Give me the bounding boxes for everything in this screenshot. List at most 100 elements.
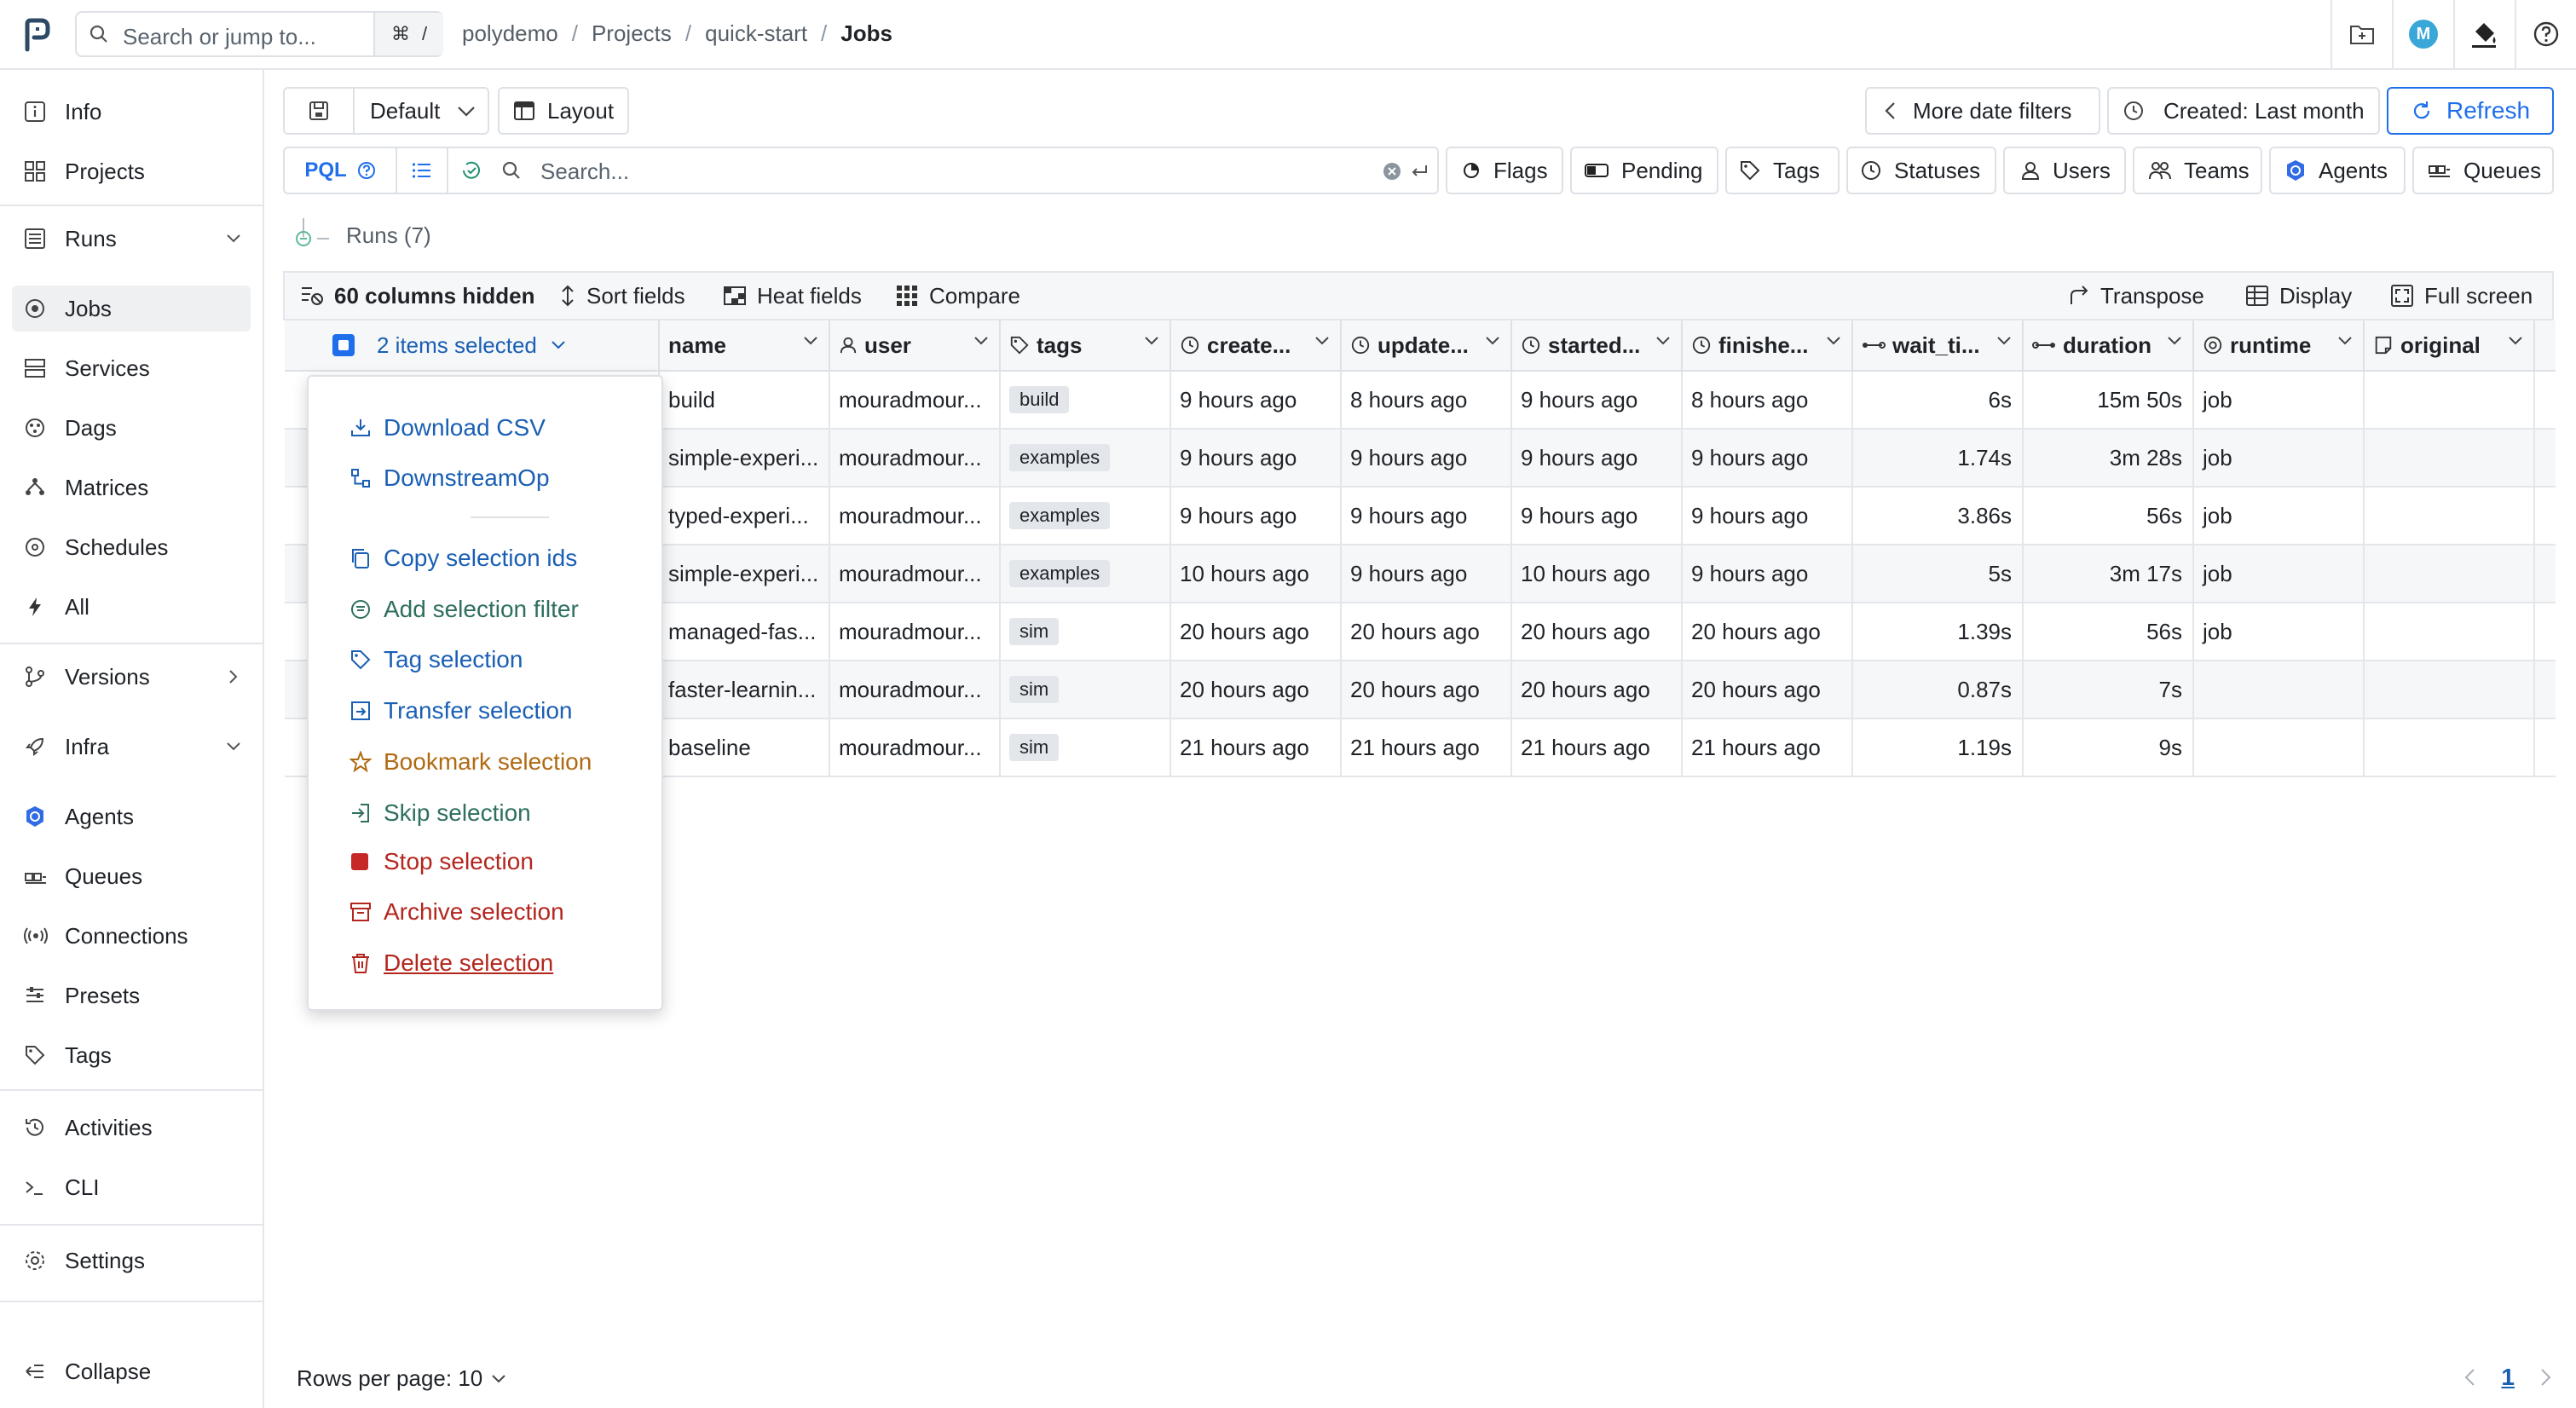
runs-tree-label[interactable]: Runs (7) xyxy=(295,218,431,252)
cell-name[interactable]: faster-learnin... xyxy=(660,661,830,718)
column-header-runtime[interactable]: runtime xyxy=(2194,320,2365,370)
sidebar-item-versions[interactable]: Versions xyxy=(12,654,251,700)
tag-badge[interactable]: build xyxy=(1009,386,1070,413)
select-all-header[interactable]: 2 items selected xyxy=(285,320,660,370)
compare-button[interactable]: Compare xyxy=(895,273,1020,319)
hidden-columns-button[interactable]: 60 columns hidden xyxy=(300,273,535,319)
chevron-down-icon[interactable] xyxy=(2508,336,2523,346)
column-header-finishe[interactable]: finishe... xyxy=(1683,320,1853,370)
filter-tags[interactable]: Tags xyxy=(1725,147,1840,194)
breadcrumb-project[interactable]: quick-start xyxy=(705,20,807,47)
filter-flags[interactable]: Flags xyxy=(1446,147,1563,194)
chevron-down-icon[interactable] xyxy=(1314,336,1330,346)
sidebar-item-schedules[interactable]: Schedules xyxy=(12,524,251,570)
save-view-button[interactable] xyxy=(283,87,355,135)
selected-count-label[interactable]: 2 items selected xyxy=(377,332,537,359)
help-icon[interactable] xyxy=(2516,0,2576,68)
chevron-down-icon[interactable] xyxy=(217,742,251,752)
column-header-tags[interactable]: tags xyxy=(1001,320,1171,370)
column-header-duration[interactable]: duration xyxy=(2024,320,2194,370)
download-csv-item[interactable]: Download CSV xyxy=(349,409,546,447)
copy-selection-ids-item[interactable]: Copy selection ids xyxy=(349,540,577,577)
enter-icon[interactable] xyxy=(1410,164,1429,179)
sidebar-item-cli[interactable]: CLI xyxy=(12,1164,251,1210)
sidebar-item-presets[interactable]: Presets xyxy=(12,972,251,1018)
chevron-down-icon[interactable] xyxy=(551,340,566,350)
bookmark-selection-item[interactable]: Bookmark selection xyxy=(349,743,592,781)
page-number[interactable]: 1 xyxy=(2501,1364,2515,1391)
prev-page-icon[interactable] xyxy=(2463,1368,2475,1387)
sidebar-item-runs[interactable]: Runs xyxy=(12,216,251,262)
view-select[interactable]: Default xyxy=(353,87,489,135)
column-header-user[interactable]: user xyxy=(830,320,1001,370)
sidebar-item-settings[interactable]: Settings xyxy=(12,1238,251,1284)
sidebar-item-connections[interactable]: Connections xyxy=(12,913,251,959)
next-page-icon[interactable] xyxy=(2540,1368,2552,1387)
query-list-icon[interactable] xyxy=(397,148,448,193)
breadcrumb-projects[interactable]: Projects xyxy=(592,20,672,47)
filter-users[interactable]: Users xyxy=(2003,147,2126,194)
column-header-name[interactable]: name xyxy=(660,320,830,370)
global-search-input[interactable]: Search or jump to... ⌘ / xyxy=(75,11,443,57)
polyaxon-logo-icon[interactable] xyxy=(20,17,55,53)
filter-queues[interactable]: Queues xyxy=(2412,147,2554,194)
sidebar-item-services[interactable]: Services xyxy=(12,345,251,391)
column-header-started[interactable]: started... xyxy=(1512,320,1683,370)
select-all-checkbox[interactable] xyxy=(332,334,355,356)
column-header-original[interactable]: original xyxy=(2365,320,2535,370)
chevron-down-icon[interactable] xyxy=(1655,336,1671,346)
cell-name[interactable]: managed-fas... xyxy=(660,603,830,660)
new-folder-icon[interactable] xyxy=(2332,0,2392,68)
sidebar-item-queues[interactable]: Queues xyxy=(12,853,251,899)
sidebar-item-projects[interactable]: Projects xyxy=(12,148,251,194)
tag-selection-item[interactable]: Tag selection xyxy=(349,641,523,678)
column-header-update[interactable]: update... xyxy=(1342,320,1512,370)
tag-badge[interactable]: sim xyxy=(1009,734,1060,761)
transpose-button[interactable]: Transpose xyxy=(2068,273,2204,319)
sidebar-item-info[interactable]: Info xyxy=(12,89,251,135)
chevron-down-icon[interactable] xyxy=(1826,336,1841,346)
filter-statuses[interactable]: Statuses xyxy=(1846,147,1996,194)
tag-badge[interactable]: examples xyxy=(1009,502,1111,529)
chevron-down-icon[interactable] xyxy=(2337,336,2353,346)
chevron-right-icon[interactable] xyxy=(217,669,251,684)
column-header-wait_ti[interactable]: wait_ti... xyxy=(1853,320,2024,370)
help-icon[interactable] xyxy=(357,161,376,180)
chevron-down-icon[interactable] xyxy=(803,336,818,346)
sidebar-item-tags[interactable]: Tags xyxy=(12,1032,251,1078)
user-avatar-button[interactable]: M xyxy=(2394,0,2453,68)
heat-fields-button[interactable]: Heat fields xyxy=(723,273,862,319)
tag-badge[interactable]: examples xyxy=(1009,444,1111,471)
sidebar-item-infra[interactable]: Infra xyxy=(12,724,251,770)
transfer-selection-item[interactable]: Transfer selection xyxy=(349,692,573,730)
display-button[interactable]: Display xyxy=(2245,273,2352,319)
tag-badge[interactable]: sim xyxy=(1009,676,1060,703)
sidebar-item-jobs[interactable]: Jobs xyxy=(12,286,251,332)
query-history-icon[interactable] xyxy=(448,148,494,193)
cell-name[interactable]: simple-experi... xyxy=(660,545,830,602)
delete-selection-item[interactable]: Delete selection xyxy=(349,944,553,982)
theme-paint-icon[interactable] xyxy=(2455,0,2515,68)
rows-per-page-select[interactable]: Rows per page: 10 xyxy=(297,1365,506,1392)
downstream-op-item[interactable]: DownstreamOp xyxy=(349,459,550,497)
sidebar-item-dags[interactable]: Dags xyxy=(12,405,251,451)
cell-name[interactable]: build xyxy=(660,372,830,428)
tag-badge[interactable]: sim xyxy=(1009,618,1060,645)
refresh-button[interactable]: Refresh xyxy=(2387,87,2554,135)
cell-name[interactable]: simple-experi... xyxy=(660,430,830,486)
chevron-down-icon[interactable] xyxy=(217,234,251,244)
sidebar-item-all[interactable]: All xyxy=(12,584,251,630)
archive-selection-item[interactable]: Archive selection xyxy=(349,893,564,931)
created-filter-button[interactable]: Created: Last month xyxy=(2107,87,2380,135)
filter-pending[interactable]: Pending xyxy=(1570,147,1718,194)
pql-toggle[interactable]: PQL xyxy=(285,148,397,193)
layout-button[interactable]: Layout xyxy=(498,87,629,135)
add-selection-filter-item[interactable]: Add selection filter xyxy=(349,591,579,628)
sidebar-collapse-button[interactable]: Collapse xyxy=(12,1348,251,1394)
skip-selection-item[interactable]: Skip selection xyxy=(349,794,531,832)
sidebar-item-matrices[interactable]: Matrices xyxy=(12,465,251,511)
query-search-input[interactable]: Search... xyxy=(540,159,629,185)
stop-selection-item[interactable]: Stop selection xyxy=(349,843,534,880)
filter-teams[interactable]: Teams xyxy=(2133,147,2262,194)
sidebar-item-activities[interactable]: Activities xyxy=(12,1105,251,1151)
